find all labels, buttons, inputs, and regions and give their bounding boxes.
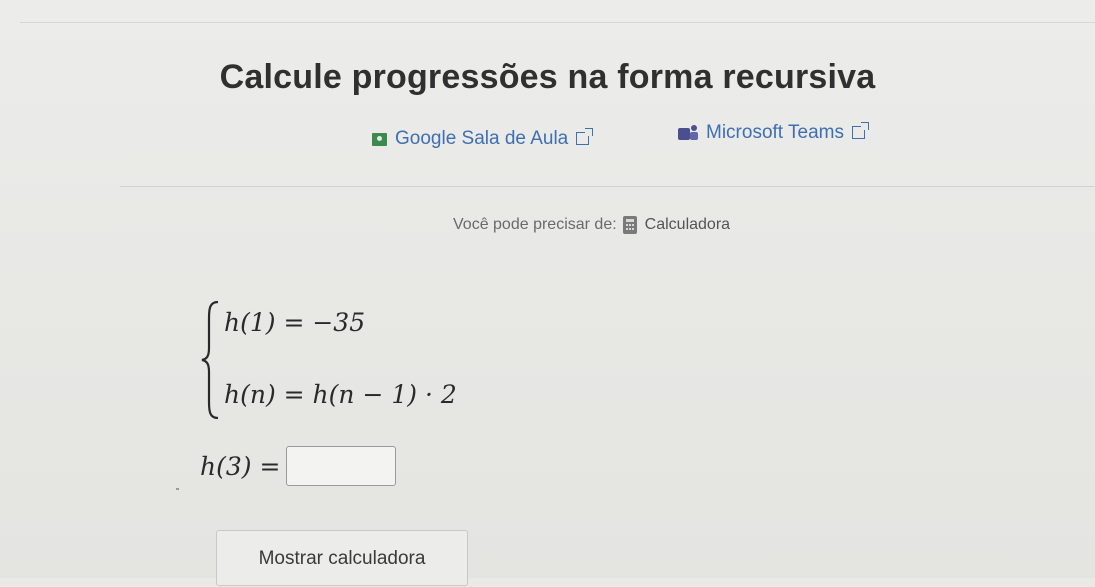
focus-marker [176,488,179,490]
google-classroom-link[interactable]: Google Sala de Aula [372,127,594,150]
top-divider [20,22,1095,23]
google-classroom-icon [372,132,387,146]
microsoft-teams-icon [678,125,698,141]
page: Calcule progressões na forma recursiva G… [0,0,1095,586]
section-divider [120,186,1095,187]
tools-needed-label: Você pode precisar de: [453,216,617,233]
answer-row: h(3) = [200,446,397,486]
integrations-bar: Google Sala de Aula Microsoft Teams [0,121,1095,152]
question-label: h(3) = [200,451,281,481]
external-link-icon [576,127,594,145]
answer-input[interactable] [286,446,397,486]
left-brace [201,300,219,420]
recursive-definition: h(1) = −35 h(n) = h(n − 1) · 2 [200,298,520,422]
google-classroom-label: Google Sala de Aula [395,128,569,149]
microsoft-teams-label: Microsoft Teams [706,122,844,143]
recursive-rule: h(n) = h(n − 1) · 2 [224,380,457,409]
calculator-tool-name: Calculadora [644,216,731,233]
external-link-icon [851,121,869,139]
page-title: Calcule progressões na forma recursiva [219,58,876,96]
calculator-icon [622,216,637,234]
base-case: h(1) = −35 [224,308,366,337]
tools-needed: Você pode precisar de: Calculadora [453,216,730,234]
microsoft-teams-link[interactable]: Microsoft Teams [678,121,869,144]
